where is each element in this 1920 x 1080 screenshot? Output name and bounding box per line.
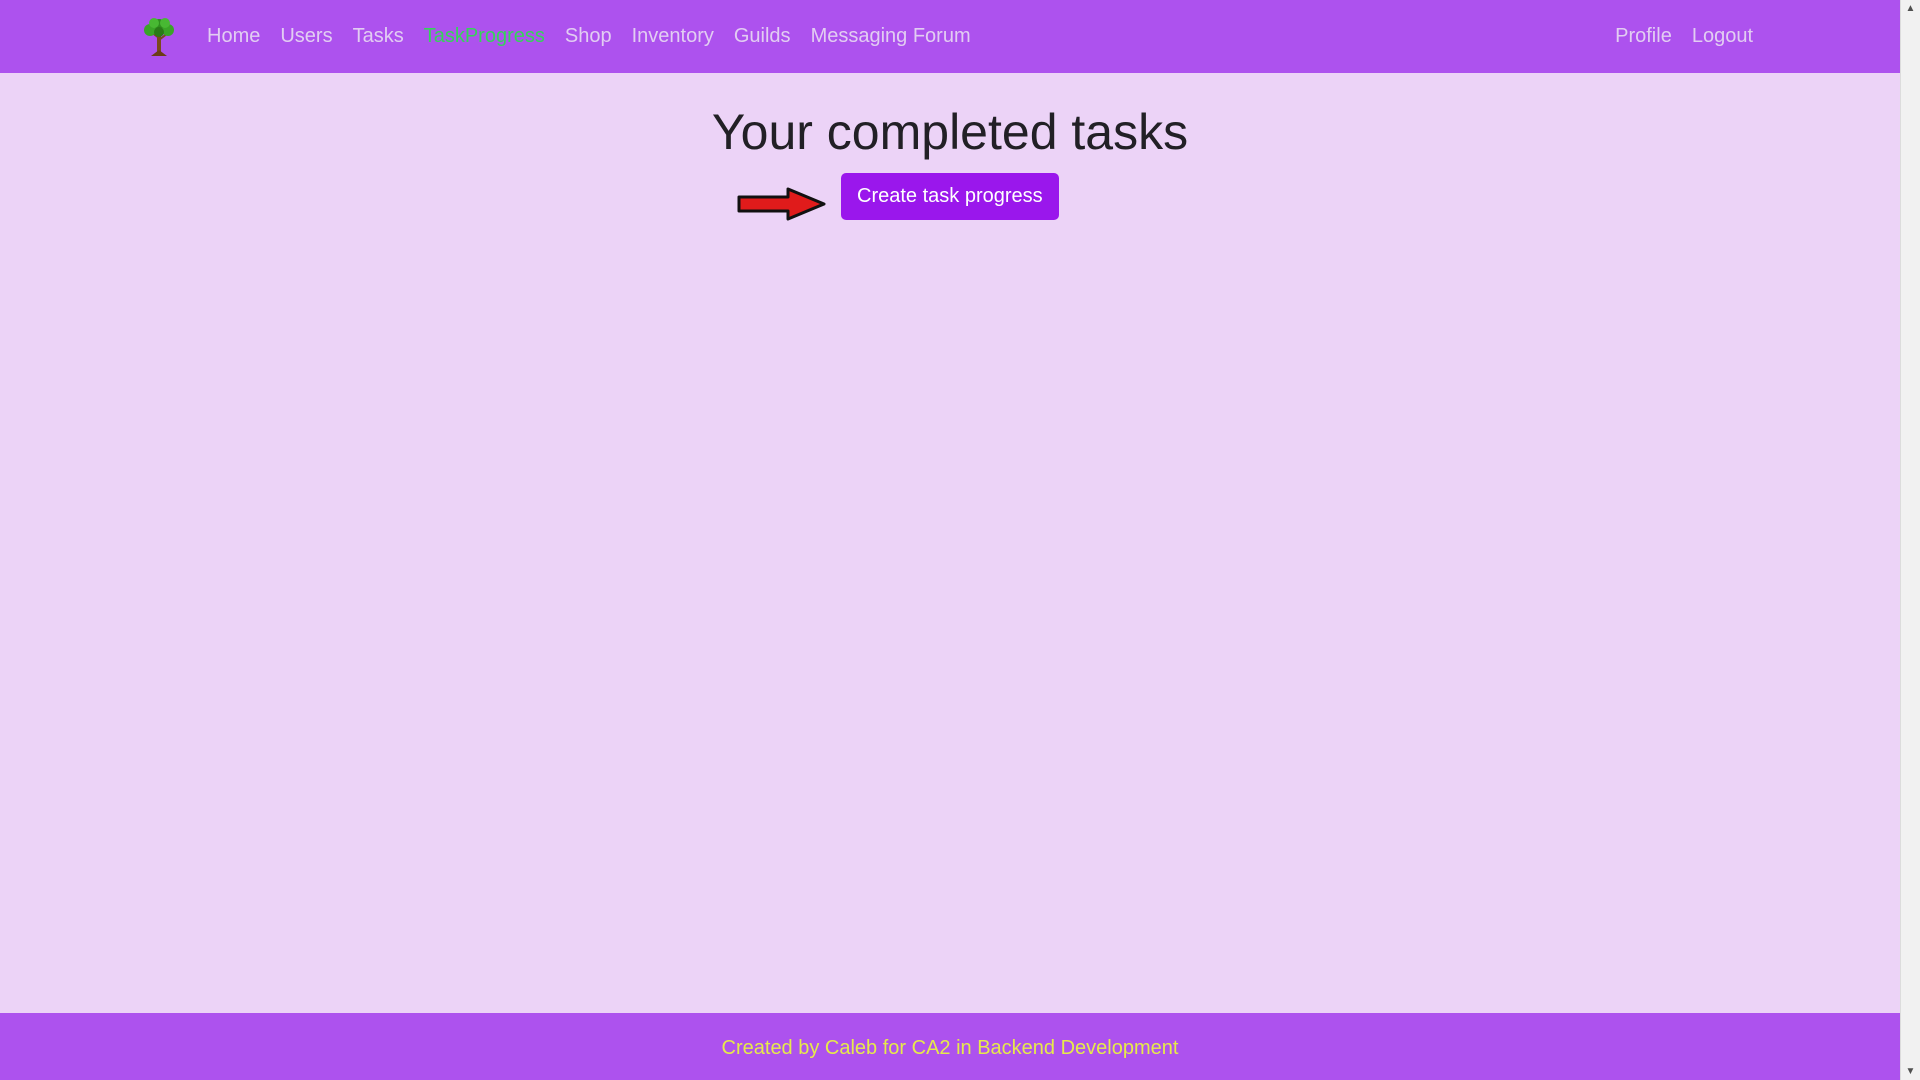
- scroll-down-icon[interactable]: ▼: [1901, 1063, 1920, 1080]
- nav-link-profile[interactable]: Profile: [1605, 0, 1682, 73]
- red-arrow-icon: [737, 187, 826, 221]
- create-task-progress-button[interactable]: Create task progress: [841, 173, 1059, 220]
- page-title: Your completed tasks: [711, 104, 1189, 160]
- footer: Created by Caleb for CA2 in Backend Deve…: [0, 1013, 1900, 1080]
- nav-link-taskprogress[interactable]: TaskProgress: [414, 0, 555, 73]
- tree-icon[interactable]: [137, 15, 181, 59]
- nav-link-logout[interactable]: Logout: [1682, 0, 1763, 73]
- cta-row: Create task progress: [0, 173, 1900, 221]
- nav-link-guilds[interactable]: Guilds: [724, 0, 801, 73]
- scroll-thumb[interactable]: [1905, 18, 1916, 1060]
- nav-link-home[interactable]: Home: [197, 0, 270, 73]
- page: Home Users Tasks TaskProgress Shop Inven…: [0, 0, 1900, 1080]
- nav-links: Home Users Tasks TaskProgress Shop Inven…: [197, 0, 981, 73]
- navbar: Home Users Tasks TaskProgress Shop Inven…: [0, 0, 1900, 73]
- nav-link-tasks[interactable]: Tasks: [343, 0, 414, 73]
- navbar-inner: Home Users Tasks TaskProgress Shop Inven…: [137, 0, 1763, 73]
- vertical-scrollbar[interactable]: ▲ ▼: [1900, 0, 1920, 1080]
- nav-right: Profile Logout: [1605, 0, 1763, 73]
- nav-link-inventory[interactable]: Inventory: [622, 0, 724, 73]
- nav-link-shop[interactable]: Shop: [555, 0, 622, 73]
- scroll-up-icon[interactable]: ▲: [1901, 0, 1920, 17]
- nav-link-messaging-forum[interactable]: Messaging Forum: [801, 0, 981, 73]
- nav-link-users[interactable]: Users: [270, 0, 342, 73]
- footer-text: Created by Caleb for CA2 in Backend Deve…: [721, 1037, 1179, 1059]
